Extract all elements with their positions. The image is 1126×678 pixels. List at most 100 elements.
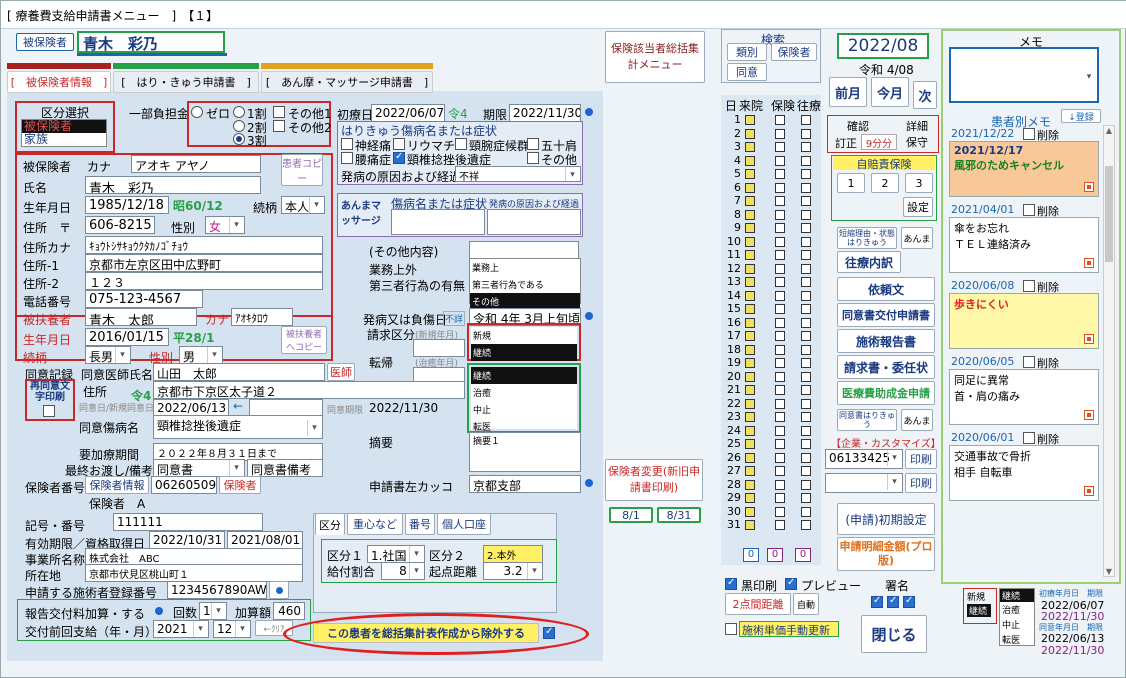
day-raiin-checkbox[interactable]: [745, 452, 755, 463]
iryohi-josei-button[interactable]: 医療費助成金申請: [837, 381, 935, 405]
kikan-date-field[interactable]: 2022/11/30: [509, 104, 581, 122]
insured-label-button[interactable]: 被保険者: [16, 33, 74, 51]
seikyu-option-continue[interactable]: 継続: [471, 344, 577, 361]
day-ouryo-checkbox[interactable]: [801, 344, 811, 355]
day-raiin-checkbox[interactable]: [745, 304, 755, 314]
day-raiin-checkbox[interactable]: [745, 250, 755, 260]
day-hoken-checkbox[interactable]: [775, 439, 785, 449]
jibai-1-button[interactable]: 1: [837, 173, 865, 193]
kubun-option-family[interactable]: 家族: [22, 133, 106, 146]
scroll-up-icon[interactable]: ▲: [1104, 126, 1114, 135]
harikyu-gojukata-checkbox[interactable]: [527, 138, 539, 150]
hoken-henkou-button[interactable]: 保険者変更(新旧申請書印刷): [605, 459, 703, 501]
day-hoken-checkbox[interactable]: [775, 196, 785, 206]
sokatsu-menu-button[interactable]: 保険該当者総括集計メニュー: [605, 31, 705, 83]
shisetsu-field[interactable]: 1234567890AW: [167, 581, 267, 599]
day-ouryo-checkbox[interactable]: [801, 250, 811, 260]
address-kana-field[interactable]: ｷｮｳﾄｼｻｷｮｳｸﾀｶﾉｺﾞﾁｮｳ: [85, 236, 323, 254]
date-from-button[interactable]: 8/1: [609, 507, 653, 523]
kigyo-print-button-1[interactable]: 印刷: [905, 449, 937, 469]
saishu-note-field[interactable]: 同意書備考: [247, 459, 323, 477]
month-select[interactable]: 12 ▾: [213, 620, 251, 638]
day-raiin-checkbox[interactable]: [745, 236, 755, 247]
doui-byomei-field[interactable]: 頸椎捻挫後遺症 ▾: [153, 415, 323, 439]
gyomu-option-1[interactable]: 業務上: [470, 259, 580, 276]
seikyu-date-field[interactable]: [413, 339, 465, 357]
day-ouryo-checkbox[interactable]: [801, 304, 811, 314]
dependent-zokugara-select[interactable]: 長男 ▾: [85, 346, 131, 364]
day-ouryo-checkbox[interactable]: [801, 115, 811, 125]
scroll-down-icon[interactable]: ▼: [1104, 567, 1114, 576]
memo-card[interactable]: 傘をお忘れ ＴＥＬ連絡済み: [949, 217, 1099, 273]
hokensha-search-button[interactable]: 保険者: [771, 43, 817, 61]
gyomu-list[interactable]: 業務上 第三者行為である その他: [469, 258, 581, 310]
kaisu-select[interactable]: 1 ▾: [199, 602, 227, 620]
day-ouryo-checkbox[interactable]: [801, 277, 811, 287]
ruibetsu-button[interactable]: 類別: [727, 43, 767, 61]
address1-field[interactable]: 京都市左京区田中広野町: [85, 254, 323, 272]
tab-kubun[interactable]: 区分: [315, 513, 345, 535]
day-ouryo-checkbox[interactable]: [801, 358, 811, 368]
irai-button[interactable]: 依頼文: [837, 277, 935, 301]
day-raiin-checkbox[interactable]: [745, 142, 755, 152]
kyufu-select[interactable]: 8 ▾: [381, 562, 425, 580]
day-hoken-checkbox[interactable]: [775, 182, 785, 193]
day-ouryo-checkbox[interactable]: [801, 385, 811, 395]
k1-select[interactable]: 1.社国 ▾: [367, 545, 425, 563]
memo-delete-checkbox[interactable]: [1023, 128, 1035, 140]
seikyu-option-new[interactable]: 新規: [471, 327, 577, 344]
hozon-button[interactable]: 保守: [899, 135, 935, 149]
shijutsu-hokoku-button[interactable]: 施術報告書: [837, 329, 935, 353]
day-ouryo-checkbox[interactable]: [801, 290, 811, 301]
futan-3wari-radio[interactable]: [233, 133, 245, 145]
tab-kojin-koza[interactable]: 個人口座: [437, 513, 491, 535]
day-raiin-checkbox[interactable]: [745, 290, 755, 301]
day-raiin-checkbox[interactable]: [745, 479, 755, 490]
jibai-3-button[interactable]: 3: [905, 173, 933, 193]
day-raiin-checkbox[interactable]: [745, 466, 755, 476]
yuko-field[interactable]: 2022/10/31: [149, 531, 225, 549]
kiten-select[interactable]: 3.2 ▾: [483, 562, 543, 580]
other-detail-field[interactable]: [469, 241, 579, 259]
memo-delete-checkbox[interactable]: [1023, 204, 1035, 216]
memo-card[interactable]: 2021/12/17 風邪のためキャンセル: [949, 141, 1099, 197]
shisetsu-dot-button[interactable]: [269, 581, 289, 599]
day-hoken-checkbox[interactable]: [775, 506, 785, 517]
day-raiin-checkbox[interactable]: [745, 493, 755, 503]
day-raiin-checkbox[interactable]: [745, 223, 755, 233]
tenki-option-stop[interactable]: 中止: [471, 401, 577, 418]
prev-month-button[interactable]: 前月: [829, 77, 867, 107]
day-hoken-checkbox[interactable]: [775, 385, 785, 395]
kakko-field[interactable]: 京都支部: [469, 475, 581, 493]
memo-edit-icon[interactable]: [1084, 258, 1094, 268]
kuro-print-checkbox[interactable]: [725, 577, 737, 590]
day-hoken-checkbox[interactable]: [775, 331, 785, 341]
day-hoken-checkbox[interactable]: [775, 452, 785, 463]
tekiyo-field[interactable]: 摘要１: [469, 432, 581, 472]
saidoui-checkbox[interactable]: [43, 405, 55, 417]
harikyu-yotsusho-checkbox[interactable]: [341, 152, 353, 164]
memo-register-button[interactable]: ↓登録: [1061, 109, 1101, 123]
insurer-info-button[interactable]: 保険者情報: [85, 476, 149, 494]
zip-field[interactable]: 606-8215: [85, 216, 155, 234]
day-ouryo-checkbox[interactable]: [801, 412, 811, 422]
tanka-checkbox[interactable]: [725, 623, 737, 635]
futan-other1-checkbox[interactable]: [273, 106, 285, 118]
day-raiin-checkbox[interactable]: [745, 506, 755, 517]
day-hoken-checkbox[interactable]: [775, 236, 785, 247]
kigyo-select-2[interactable]: ▾: [825, 473, 903, 493]
initial-setting-button[interactable]: (申請)初期設定: [837, 503, 935, 535]
birth-field[interactable]: 1985/12/18: [85, 196, 169, 214]
year-select[interactable]: 2021 ▾: [153, 620, 209, 638]
day-ouryo-checkbox[interactable]: [801, 196, 811, 206]
tenki-option-cure[interactable]: 治癒: [471, 384, 577, 401]
tab-jushin[interactable]: 重心など: [347, 513, 403, 535]
day-hoken-checkbox[interactable]: [775, 263, 785, 274]
memo-delete-checkbox[interactable]: [1023, 280, 1035, 292]
tab-bango[interactable]: 番号: [405, 513, 435, 535]
day-hoken-checkbox[interactable]: [775, 290, 785, 301]
day-ouryo-checkbox[interactable]: [801, 142, 811, 152]
kakunin-button[interactable]: 確認: [837, 119, 879, 133]
day-ouryo-checkbox[interactable]: [801, 371, 811, 382]
tab-harikyu[interactable]: [ はり・きゅう申請書 ]: [113, 71, 259, 93]
